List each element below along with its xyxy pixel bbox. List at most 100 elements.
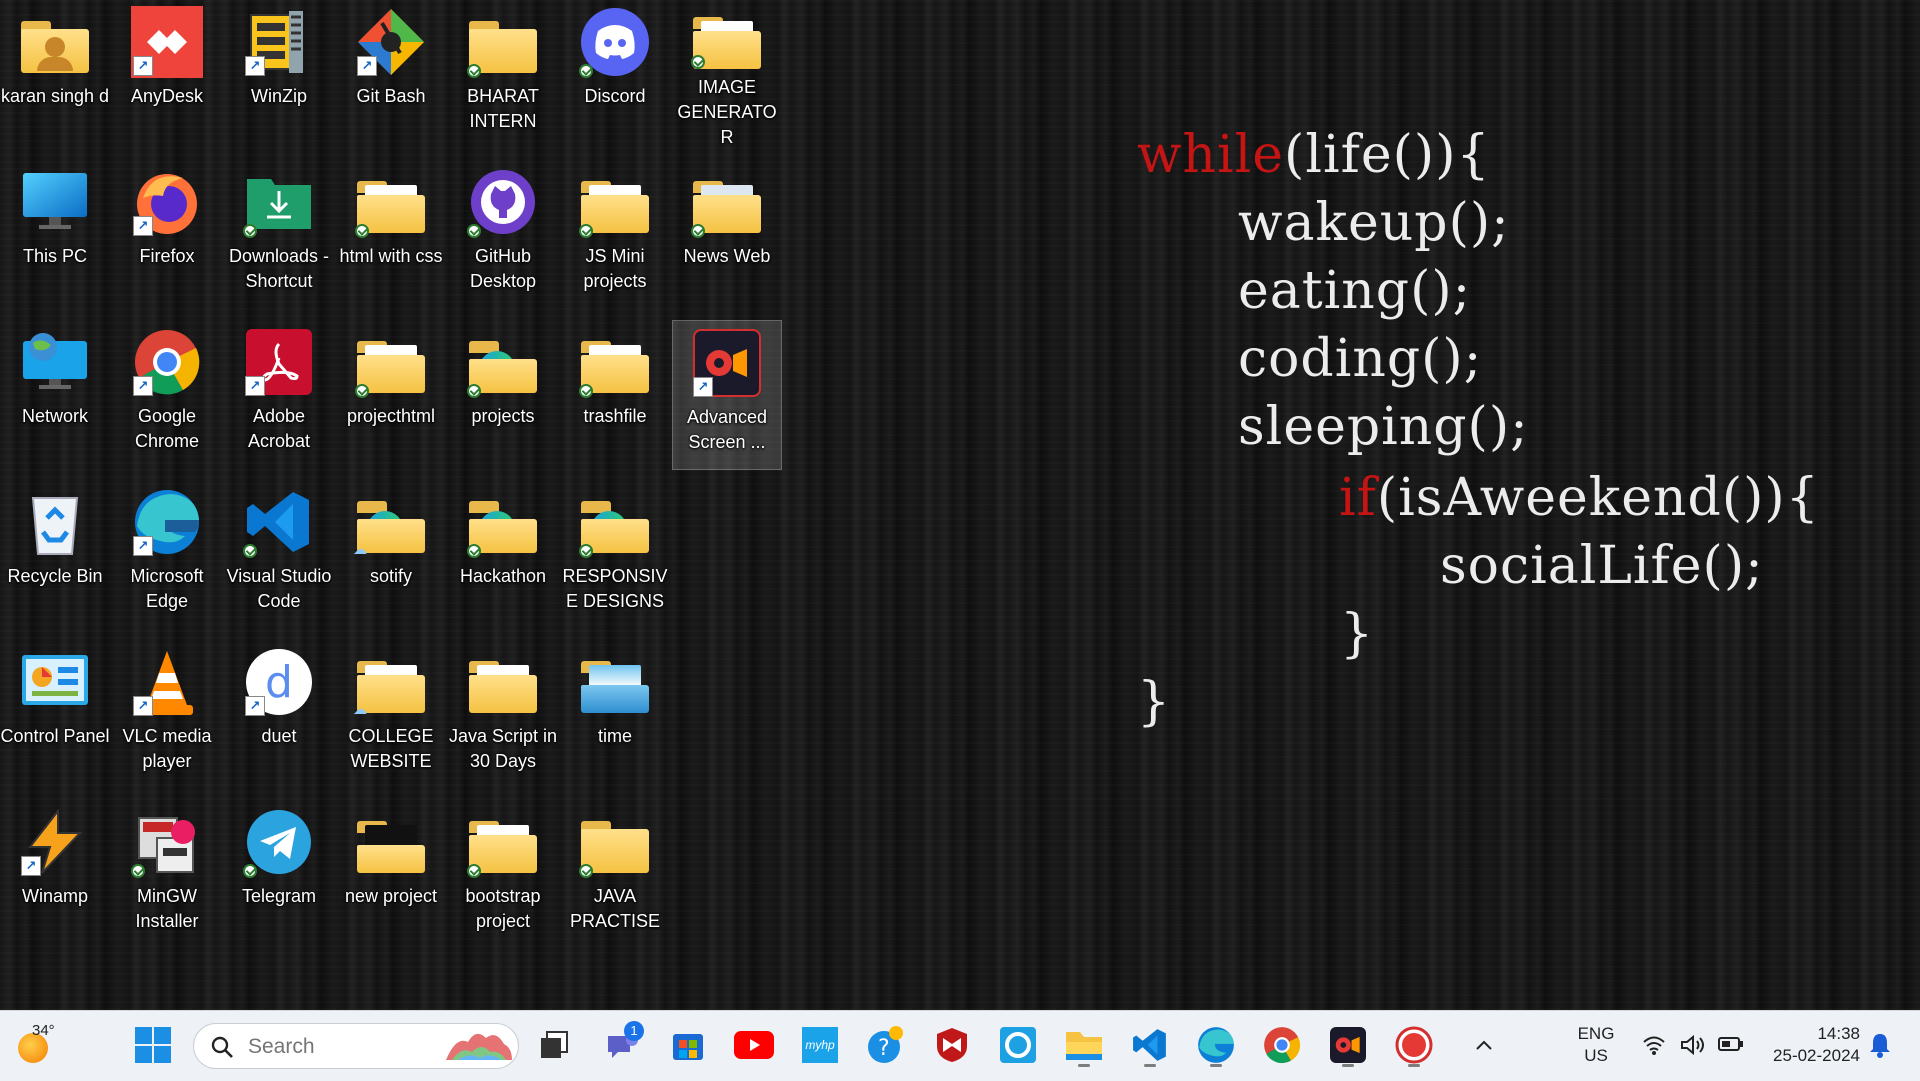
desktop-icon-label: JAVA PRACTISE — [569, 886, 661, 931]
desktop-icon-time[interactable]: time — [560, 640, 670, 790]
quick-settings-button[interactable] — [1636, 1021, 1756, 1069]
search-input[interactable] — [246, 1034, 450, 1060]
mcafee-shield-icon — [937, 1028, 967, 1062]
desktop-icon-trashfile[interactable]: trashfile — [560, 320, 670, 470]
desktop-icon-java-practise[interactable]: JAVA PRACTISE — [560, 800, 670, 950]
bell-icon — [1870, 1034, 1890, 1058]
get-help-button[interactable]: ? — [862, 1021, 910, 1069]
desktop-icon-telegram[interactable]: Telegram — [224, 800, 334, 950]
shortcut-arrow-icon: ↗ — [133, 696, 153, 716]
chrome-taskbar-button[interactable] — [1258, 1021, 1306, 1069]
code-line-6: if(isAweekend()){ — [1339, 468, 1820, 528]
desktop-icon-this-pc[interactable]: This PC — [0, 160, 110, 310]
record-icon — [1395, 1026, 1433, 1064]
desktop-icon-recycle-bin[interactable]: Recycle Bin — [0, 480, 110, 630]
screen-recorder-taskbar-button[interactable] — [1324, 1021, 1372, 1069]
desktop-icon-bharat-intern[interactable]: BHARAT INTERN — [448, 0, 558, 150]
desktop-icon-label: Discord — [584, 86, 646, 106]
desktop-icon-discord[interactable]: Discord — [560, 0, 670, 150]
myhp-button[interactable]: myhp — [796, 1021, 844, 1069]
desktop-icon-sotify[interactable]: ☁ sotify — [336, 480, 446, 630]
keyboard-layout: US — [1584, 1046, 1608, 1065]
desktop-icon-html-with-css[interactable]: html with css — [336, 160, 446, 310]
desktop-icon-label: time — [597, 726, 632, 746]
clock[interactable]: 14:38 25-02-2024 — [1756, 1023, 1860, 1067]
volume-icon — [1681, 1035, 1704, 1055]
record-button[interactable] — [1390, 1021, 1438, 1069]
folder-icon — [467, 326, 539, 398]
vscode-taskbar-button[interactable] — [1126, 1021, 1174, 1069]
search-box[interactable] — [193, 1023, 519, 1069]
file-explorer-button[interactable] — [1060, 1021, 1108, 1069]
sync-status-icon — [243, 864, 257, 878]
desktop-icon-new-project[interactable]: new project — [336, 800, 446, 950]
desktop-icon-label: Google Chrome — [134, 406, 200, 451]
desktop-icon-anydesk[interactable]: ↗ AnyDesk — [112, 0, 222, 150]
chat-app-button[interactable]: 1 — [598, 1021, 646, 1069]
wifi-icon — [1643, 1036, 1665, 1055]
notifications-button[interactable] — [1862, 1021, 1898, 1069]
folder-icon — [355, 166, 427, 238]
microsoft-store-button[interactable] — [664, 1021, 712, 1069]
desktop-icon-duet[interactable]: d ↗ duet — [224, 640, 334, 790]
desktop-icon-label: karan singh d — [0, 86, 110, 106]
shortcut-arrow-icon: ↗ — [133, 216, 153, 236]
weather-temperature: 34° — [32, 1022, 55, 1039]
github-icon — [467, 166, 539, 238]
language-indicator[interactable]: ENG US — [1566, 1023, 1626, 1067]
shortcut-arrow-icon: ↗ — [133, 56, 153, 76]
start-button[interactable] — [129, 1021, 177, 1069]
code-line-8: } — [1340, 604, 1375, 664]
desktop-icon-responsive-designs[interactable]: RESPONSIVE DESIGNS — [560, 480, 670, 630]
folder-icon — [579, 646, 651, 718]
folder-icon — [579, 326, 651, 398]
monitor-icon — [19, 166, 91, 238]
desktop-icon-js-mini-projects[interactable]: JS Mini projects — [560, 160, 670, 310]
youtube-button[interactable] — [730, 1021, 778, 1069]
edge-taskbar-button[interactable] — [1192, 1021, 1240, 1069]
desktop-icon-winamp[interactable]: ↗ Winamp — [0, 800, 110, 950]
desktop-icon-java-script-30-days[interactable]: Java Script in 30 Days — [448, 640, 558, 790]
desktop-icon-google-chrome[interactable]: ↗ Google Chrome — [112, 320, 222, 470]
desktop-icon-network[interactable]: Network — [0, 320, 110, 470]
code-line-5: sleeping(); — [1238, 397, 1529, 457]
desktop-icon-adobe-acrobat[interactable]: ↗ Adobe Acrobat — [224, 320, 334, 470]
vlc-cone-icon: ↗ — [131, 646, 203, 718]
desktop-icon-vscode[interactable]: Visual Studio Code — [224, 480, 334, 630]
desktop-icon-college-website[interactable]: ☁ COLLEGE WEBSITE — [336, 640, 446, 790]
desktop-icon-user-folder[interactable]: karan singh d — [0, 0, 110, 150]
desktop-icon-label: Downloads - Shortcut — [228, 246, 330, 291]
running-indicator — [1144, 1064, 1156, 1067]
desktop-icon-label: WinZip — [250, 86, 307, 106]
desktop-icon-mingw[interactable]: MinGW Installer — [112, 800, 222, 950]
desktop-icon-label: MinGW Installer — [135, 886, 199, 931]
desktop-icon-label: Recycle Bin — [7, 566, 103, 586]
desktop-icon-news-web[interactable]: News Web — [672, 160, 782, 310]
sync-status-icon — [467, 224, 481, 238]
folder-icon — [467, 806, 539, 878]
weather-widget[interactable]: 34° — [10, 1021, 80, 1069]
chrome-icon — [1264, 1027, 1301, 1064]
desktop-icon-hackathon[interactable]: Hackathon — [448, 480, 558, 630]
desktop-icon-git-bash[interactable]: ↗ Git Bash — [336, 0, 446, 150]
running-indicator — [1210, 1064, 1222, 1067]
desktop-icon-projects[interactable]: projects — [448, 320, 558, 470]
sync-status-icon — [579, 864, 593, 878]
desktop-icon-microsoft-edge[interactable]: ↗ Microsoft Edge — [112, 480, 222, 630]
desktop-icon-bootstrap-project[interactable]: bootstrap project — [448, 800, 558, 950]
desktop-icon-vlc[interactable]: ↗ VLC media player — [112, 640, 222, 790]
sync-status-icon — [467, 864, 481, 878]
alexa-button[interactable] — [994, 1021, 1042, 1069]
desktop-icon-projecthtml[interactable]: projecthtml — [336, 320, 446, 470]
desktop-icon-github-desktop[interactable]: GitHub Desktop — [448, 160, 558, 310]
desktop-icon-label: Firefox — [139, 246, 195, 266]
desktop-icon-control-panel[interactable]: Control Panel — [0, 640, 110, 790]
task-view-button[interactable] — [530, 1021, 578, 1069]
mcafee-button[interactable] — [928, 1021, 976, 1069]
desktop-icon-downloads-shortcut[interactable]: Downloads - Shortcut — [224, 160, 334, 310]
show-hidden-icons-button[interactable] — [1466, 1021, 1502, 1069]
desktop-icon-winzip[interactable]: ↗ WinZip — [224, 0, 334, 150]
desktop-icon-advanced-screen[interactable]: ↗ Advanced Screen ... — [672, 320, 782, 470]
desktop-icon-firefox[interactable]: ↗ Firefox — [112, 160, 222, 310]
desktop-icon-image-generator[interactable]: IMAGE GENERATOR — [672, 0, 782, 150]
